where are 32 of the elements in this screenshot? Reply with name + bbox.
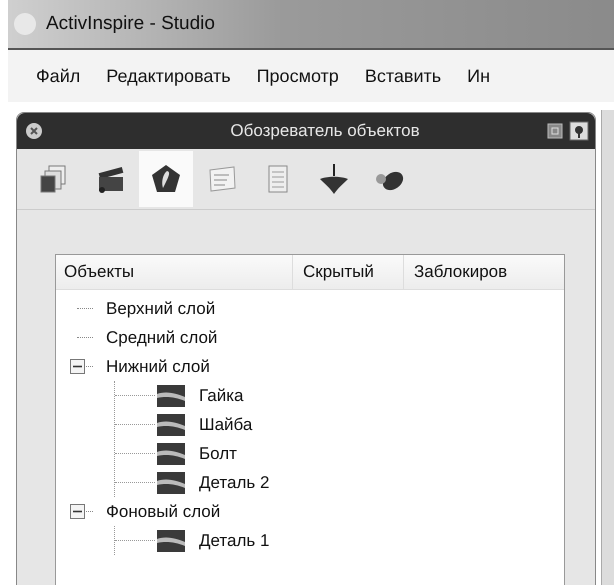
thumbnail-icon <box>157 384 185 406</box>
menu-item[interactable]: Файл <box>36 66 80 86</box>
column-header[interactable]: Скрытый <box>293 255 404 289</box>
menu-item[interactable]: Редактировать <box>106 66 231 86</box>
menu-item[interactable]: Ин <box>467 66 490 86</box>
column-header[interactable]: Заблокиров <box>404 255 564 289</box>
tree-item[interactable]: Болт <box>199 444 237 464</box>
thumbnail-icon <box>157 472 185 494</box>
column-header[interactable]: Объекты <box>56 255 293 289</box>
window-title: ActivInspire - Studio <box>46 13 215 35</box>
app-icon <box>14 13 36 35</box>
tree-item[interactable]: Деталь 1 <box>199 530 270 550</box>
collapse-toggle-icon[interactable] <box>70 359 85 374</box>
tree-item[interactable]: Гайка <box>199 386 244 406</box>
tree-item[interactable]: Верхний слой <box>106 298 216 318</box>
thumbnail-icon <box>157 414 185 436</box>
menu-item[interactable]: Просмотр <box>256 66 339 86</box>
window-icon[interactable] <box>547 123 563 139</box>
close-icon[interactable] <box>25 122 43 140</box>
thumbnail-icon <box>157 530 185 552</box>
thumbnail-icon <box>157 442 185 464</box>
panel-tab[interactable] <box>139 151 193 207</box>
menu-item[interactable]: Вставить <box>364 66 442 86</box>
tree-item[interactable]: Деталь 2 <box>199 472 270 492</box>
pin-icon[interactable] <box>569 121 589 141</box>
tree-item[interactable]: Шайба <box>199 414 252 434</box>
tree-item[interactable]: Фоновый слой <box>106 502 220 522</box>
collapse-toggle-icon[interactable] <box>70 504 85 519</box>
tree-item[interactable]: Средний слой <box>106 328 218 348</box>
panel-title: Обозреватель объектов <box>229 121 421 141</box>
scrollbar[interactable] <box>601 110 614 585</box>
tree-item[interactable]: Нижний слой <box>106 356 210 376</box>
